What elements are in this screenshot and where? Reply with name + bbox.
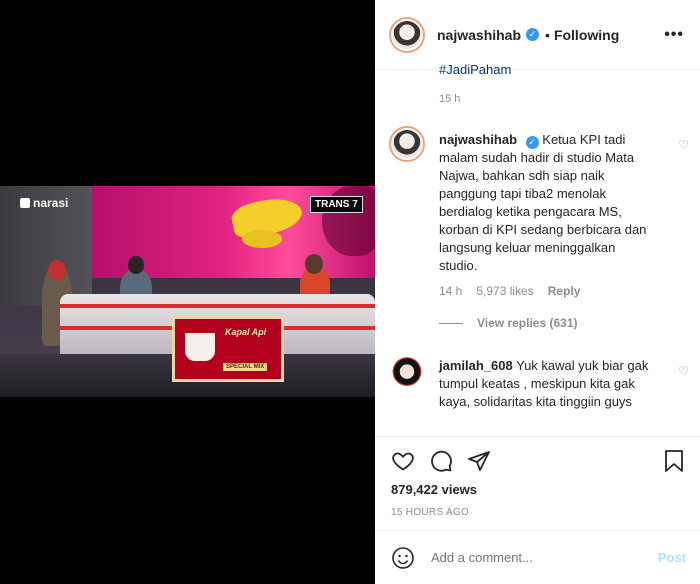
heart-icon[interactable] [391,449,415,478]
guest-left-head [48,260,66,280]
comment-body: najwashihab ✓ Ketua KPI tadi malam sudah… [439,131,655,275]
reply-button[interactable]: Reply [548,284,581,298]
emoji-icon[interactable] [391,546,415,570]
narasi-label: narasi [33,196,69,210]
comment-body: jamilah_608 Yuk kawal yuk biar gak tumpu… [439,357,655,411]
view-replies-button[interactable]: View replies (631) [439,316,578,330]
sponsor-brand: Kapal Api [225,327,267,337]
narasi-watermark: narasi [20,196,68,210]
author-username[interactable]: najwashihab [437,27,521,43]
coffee-cup-icon [185,333,215,361]
post-header: najwashihab ✓ • Following ••• [375,0,700,70]
avatar-image [391,354,423,386]
verified-icon: ✓ [525,136,539,149]
avatar-image [393,20,421,49]
desk-stripe [60,304,375,308]
comment-avatar[interactable] [389,352,425,388]
heart-icon[interactable]: ♡ [678,138,689,152]
comment-meta: 14 h 5,973 likes Reply [439,284,580,298]
view-count[interactable]: 879,422 views [391,482,477,497]
screen-hand-2 [242,230,282,248]
replies-divider [439,322,463,324]
bookmark-icon[interactable] [662,449,686,478]
share-icon[interactable] [467,449,491,478]
comment-time: 14 h [439,284,463,298]
comment-avatar[interactable] [389,126,425,162]
heart-icon[interactable]: ♡ [678,364,689,378]
comment-composer: Post [375,530,700,584]
sponsor-panel: Kapal Api SPECIAL MIX [172,316,284,382]
view-replies-label: View replies (631) [477,316,578,330]
more-icon[interactable]: ••• [664,26,684,44]
action-bar [375,436,700,486]
posted-time: 15 HOURS AGO [391,507,470,518]
separator-dot: • [545,26,550,43]
verified-icon: ✓ [526,28,540,41]
post-sidebar: najwashihab ✓ • Following ••• #JadiPaham… [375,0,700,584]
following-button[interactable]: Following [554,27,619,43]
comment-username[interactable]: najwashihab [439,132,517,147]
caption-time: 15 h [439,93,461,105]
post-video[interactable]: narasi TRANS 7 Kapal Api SPECIAL MIX [0,186,375,397]
comment-text: Ketua KPI tadi malam sudah hadir di stud… [439,132,647,273]
comment-input[interactable] [431,550,651,565]
guest-center-head [128,256,144,274]
post-button[interactable]: Post [658,550,686,565]
sponsor-label: SPECIAL MIX [223,363,268,371]
trans7-logo: TRANS 7 [310,196,363,213]
media-pane: narasi TRANS 7 Kapal Api SPECIAL MIX [0,0,375,584]
comment-likes[interactable]: 5,973 likes [476,284,533,298]
narasi-logo-icon [20,198,30,208]
caption-hashtag[interactable]: #JadiPaham [439,62,511,77]
comment-icon[interactable] [429,449,453,478]
avatar-image [393,130,421,158]
author-avatar[interactable] [389,16,425,53]
host-head [305,254,323,274]
comment-username[interactable]: jamilah_608 [439,358,513,373]
